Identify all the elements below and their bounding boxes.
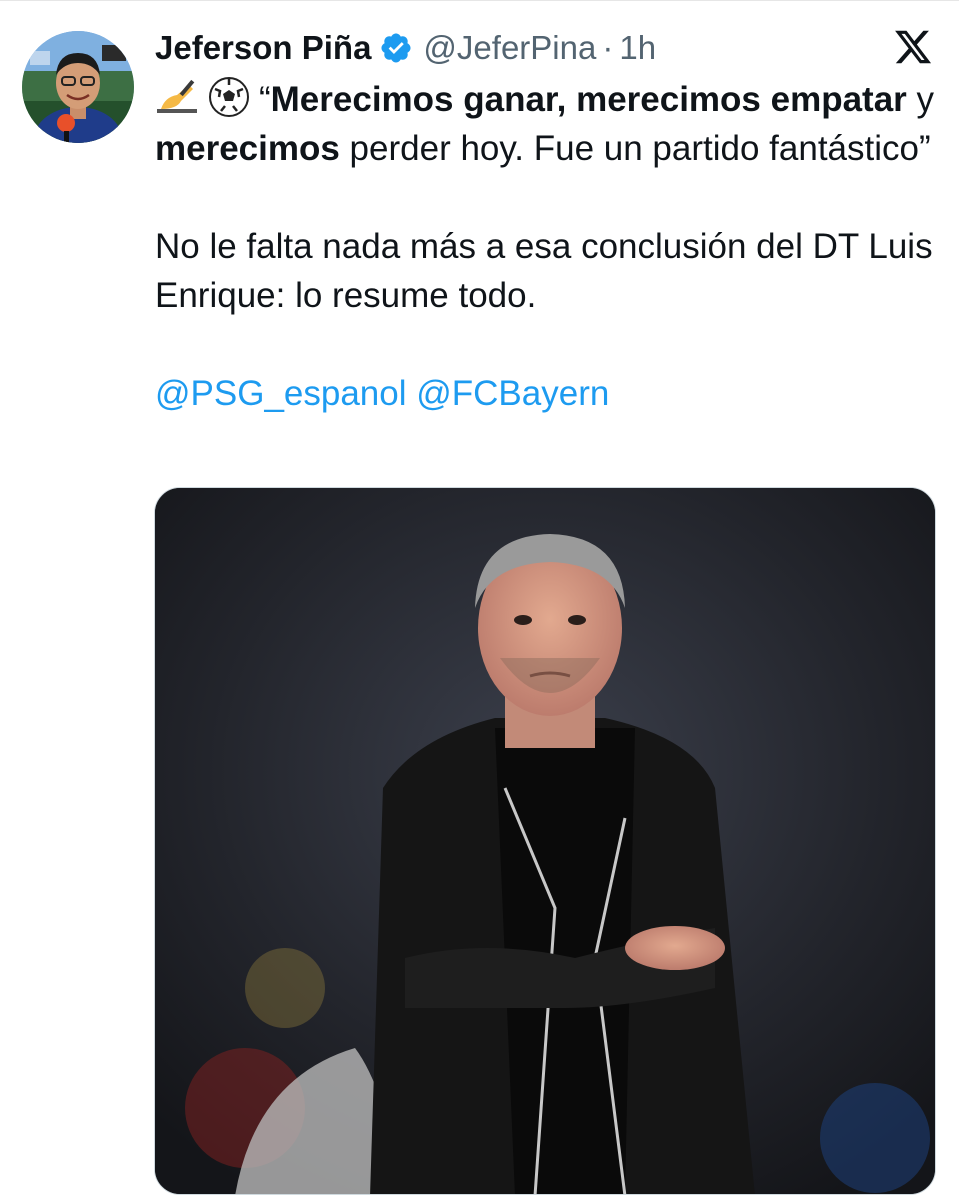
header-separator: · — [602, 29, 614, 66]
mention-psg-espanol[interactable]: @PSG_espanol — [155, 374, 407, 413]
tweet-card[interactable]: Jeferson Piña @JeferPina · 1h “Merecimos… — [0, 0, 959, 1200]
plain-phrase-1: y — [906, 80, 935, 119]
author-display-name[interactable]: Jeferson Piña — [155, 29, 371, 67]
tweet-timestamp[interactable]: 1h — [619, 29, 656, 67]
tweet-mentions: @PSG_espanol @FCBayern — [155, 369, 935, 418]
author-handle[interactable]: @JeferPina — [423, 29, 596, 67]
x-logo-icon[interactable] — [893, 27, 933, 67]
bold-phrase-2: merecimos — [155, 129, 340, 168]
tweet-paragraph-2: No le falta nada más a esa conclusión de… — [155, 227, 933, 315]
soccer-ball-emoji — [207, 75, 251, 119]
open-quote: “ — [259, 80, 271, 119]
mention-fcbayern[interactable]: @FCBayern — [416, 374, 609, 413]
tweet-header: Jeferson Piña @JeferPina · 1h — [155, 25, 656, 71]
tweet-paragraph-1: “Merecimos ganar, merecimos empatar y me… — [155, 75, 935, 173]
author-avatar[interactable] — [22, 31, 134, 143]
plain-phrase-2: perder hoy. Fue un partido fantástico” — [339, 129, 931, 168]
writing-hand-emoji — [155, 75, 199, 119]
tweet-media-photo[interactable] — [154, 487, 936, 1195]
bold-phrase-1: Merecimos ganar, merecimos empatar — [270, 80, 907, 119]
verified-badge-icon — [379, 31, 413, 65]
tweet-text: “Merecimos ganar, merecimos empatar y me… — [155, 75, 935, 418]
